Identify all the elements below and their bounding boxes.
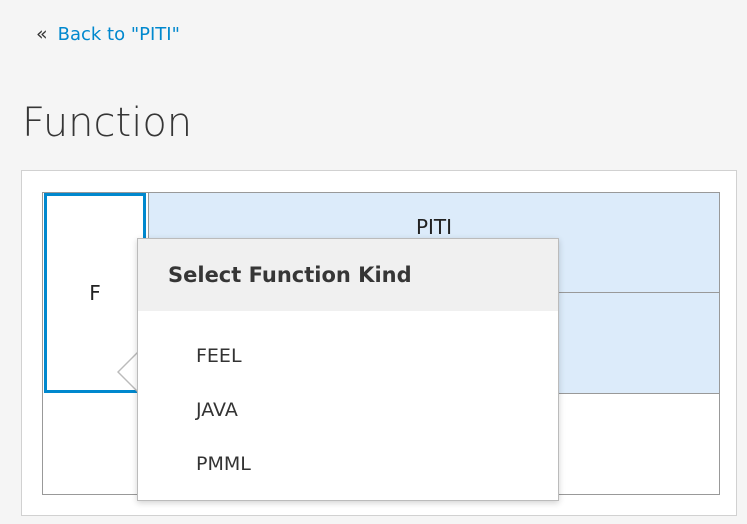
popover-arrow-fill	[119, 353, 138, 391]
function-kind-option-pmml[interactable]: PMML	[196, 455, 251, 509]
back-link-label[interactable]: Back to "PITI"	[58, 24, 180, 45]
function-kind-popover: Select Function Kind FEEL JAVA PMML	[137, 238, 559, 501]
function-kind-option-feel[interactable]: FEEL	[196, 347, 251, 401]
function-kind-list: FEEL JAVA PMML	[196, 347, 251, 509]
function-kind-option-java[interactable]: JAVA	[196, 401, 251, 455]
back-link[interactable]: « Back to "PITI"	[36, 24, 180, 45]
page-title: Function	[22, 100, 193, 146]
double-chevron-left-icon: «	[36, 23, 48, 45]
popover-title: Select Function Kind	[138, 239, 558, 311]
function-kind-label: F	[89, 281, 101, 305]
